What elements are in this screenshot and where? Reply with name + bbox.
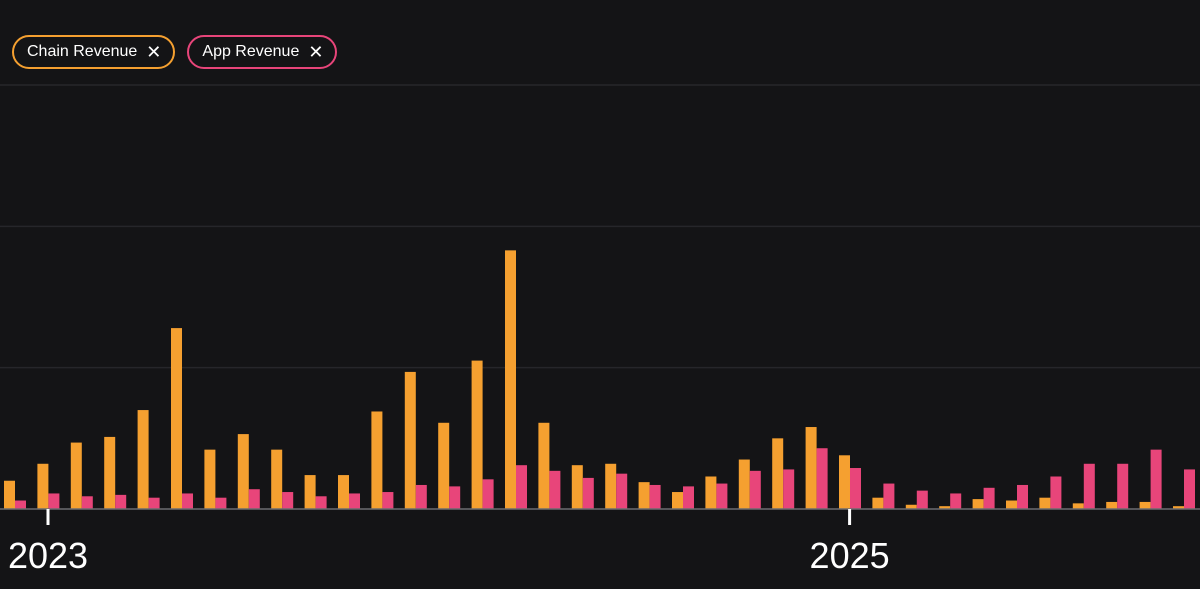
x-tick-label: 2023 (8, 535, 88, 576)
chain-revenue-bar (338, 475, 349, 509)
chain-revenue-bar (237, 434, 249, 509)
app-revenue-bar (983, 487, 995, 509)
app-revenue-bar (1117, 463, 1129, 509)
chain-revenue-bar (4, 480, 15, 509)
app-revenue-bar (716, 483, 728, 509)
chain-revenue-bar (1072, 503, 1084, 509)
app-revenue-bar (1184, 469, 1195, 509)
app-revenue-bar (783, 469, 795, 509)
app-revenue-bar (1017, 484, 1028, 509)
app-revenue-bar (48, 493, 60, 509)
app-revenue-bar (115, 494, 127, 509)
legend-label-chain-revenue: Chain Revenue (27, 43, 138, 60)
app-revenue-bar (516, 465, 527, 509)
legend: Chain Revenue ✕ App Revenue ✕ (12, 35, 338, 69)
app-revenue-bar (683, 486, 694, 509)
app-revenue-bar (182, 493, 193, 509)
chain-revenue-bar (872, 497, 884, 509)
chain-revenue-bar (404, 371, 416, 509)
chain-revenue-bar (538, 422, 550, 509)
chain-revenue-bar (638, 482, 650, 509)
app-revenue-bar (816, 448, 828, 509)
app-revenue-bar (148, 497, 160, 509)
chain-revenue-bar (104, 436, 116, 509)
legend-chip-chain-revenue[interactable]: Chain Revenue ✕ (12, 35, 176, 69)
app-revenue-bar (1050, 476, 1062, 509)
chain-revenue-bar (371, 411, 383, 509)
app-revenue-bar (282, 492, 294, 509)
chain-revenue-bar (1006, 500, 1017, 509)
app-revenue-bar (349, 493, 360, 509)
chain-revenue-bar (571, 465, 583, 509)
chain-revenue-bar (505, 250, 516, 510)
app-revenue-bar (15, 500, 26, 509)
chain-revenue-bar (271, 449, 283, 509)
app-revenue-bar (248, 489, 260, 509)
app-revenue-bar (415, 484, 427, 509)
chain-revenue-bar (137, 410, 149, 509)
legend-chip-app-revenue[interactable]: App Revenue ✕ (187, 35, 338, 69)
app-revenue-bar (950, 493, 962, 509)
app-revenue-bar (482, 479, 494, 509)
app-revenue-bar (315, 496, 327, 509)
chain-revenue-bar (839, 455, 850, 509)
app-revenue-bar (749, 470, 761, 509)
chain-revenue-bar (805, 427, 817, 509)
bars (4, 250, 1195, 510)
chain-revenue-bar (204, 449, 216, 509)
app-revenue-bar (916, 490, 928, 509)
app-revenue-bar (582, 477, 594, 509)
chain-revenue-bar (672, 492, 683, 509)
chain-revenue-bar (738, 459, 750, 509)
x-tick-label: 2025 (810, 535, 890, 576)
app-revenue-bar (649, 484, 661, 509)
chain-revenue-bar (37, 463, 49, 509)
chain-revenue-bar (304, 475, 316, 509)
grid-lines (0, 84, 1200, 369)
revenue-bar-chart: 2023 2025 (0, 84, 1200, 576)
app-revenue-bar (382, 492, 394, 509)
app-revenue-bar (1150, 449, 1162, 509)
legend-label-app-revenue: App Revenue (202, 43, 300, 60)
chain-revenue-bar (438, 422, 450, 509)
chain-revenue-bar (171, 328, 182, 509)
chain-revenue-bar (471, 360, 483, 509)
x-axis: 2023 2025 (0, 508, 1200, 576)
app-revenue-bar (883, 483, 895, 509)
app-revenue-bar (449, 486, 461, 509)
chain-revenue-bar (1039, 497, 1051, 509)
chain-revenue-bar (1139, 501, 1151, 509)
app-revenue-bar (549, 470, 561, 509)
chain-revenue-bar (772, 438, 784, 509)
app-revenue-bar (1083, 463, 1095, 509)
app-revenue-bar (81, 496, 93, 509)
chain-revenue-bar (972, 499, 984, 509)
chain-revenue-bar (70, 442, 82, 509)
app-revenue-bar (616, 473, 628, 509)
close-icon[interactable]: ✕ (146, 43, 161, 61)
close-icon[interactable]: ✕ (308, 43, 323, 61)
app-revenue-bar (850, 468, 861, 509)
chain-revenue-bar (705, 476, 717, 509)
app-revenue-bar (215, 497, 227, 509)
chain-revenue-bar (605, 463, 617, 509)
chain-revenue-bar (1106, 501, 1118, 509)
